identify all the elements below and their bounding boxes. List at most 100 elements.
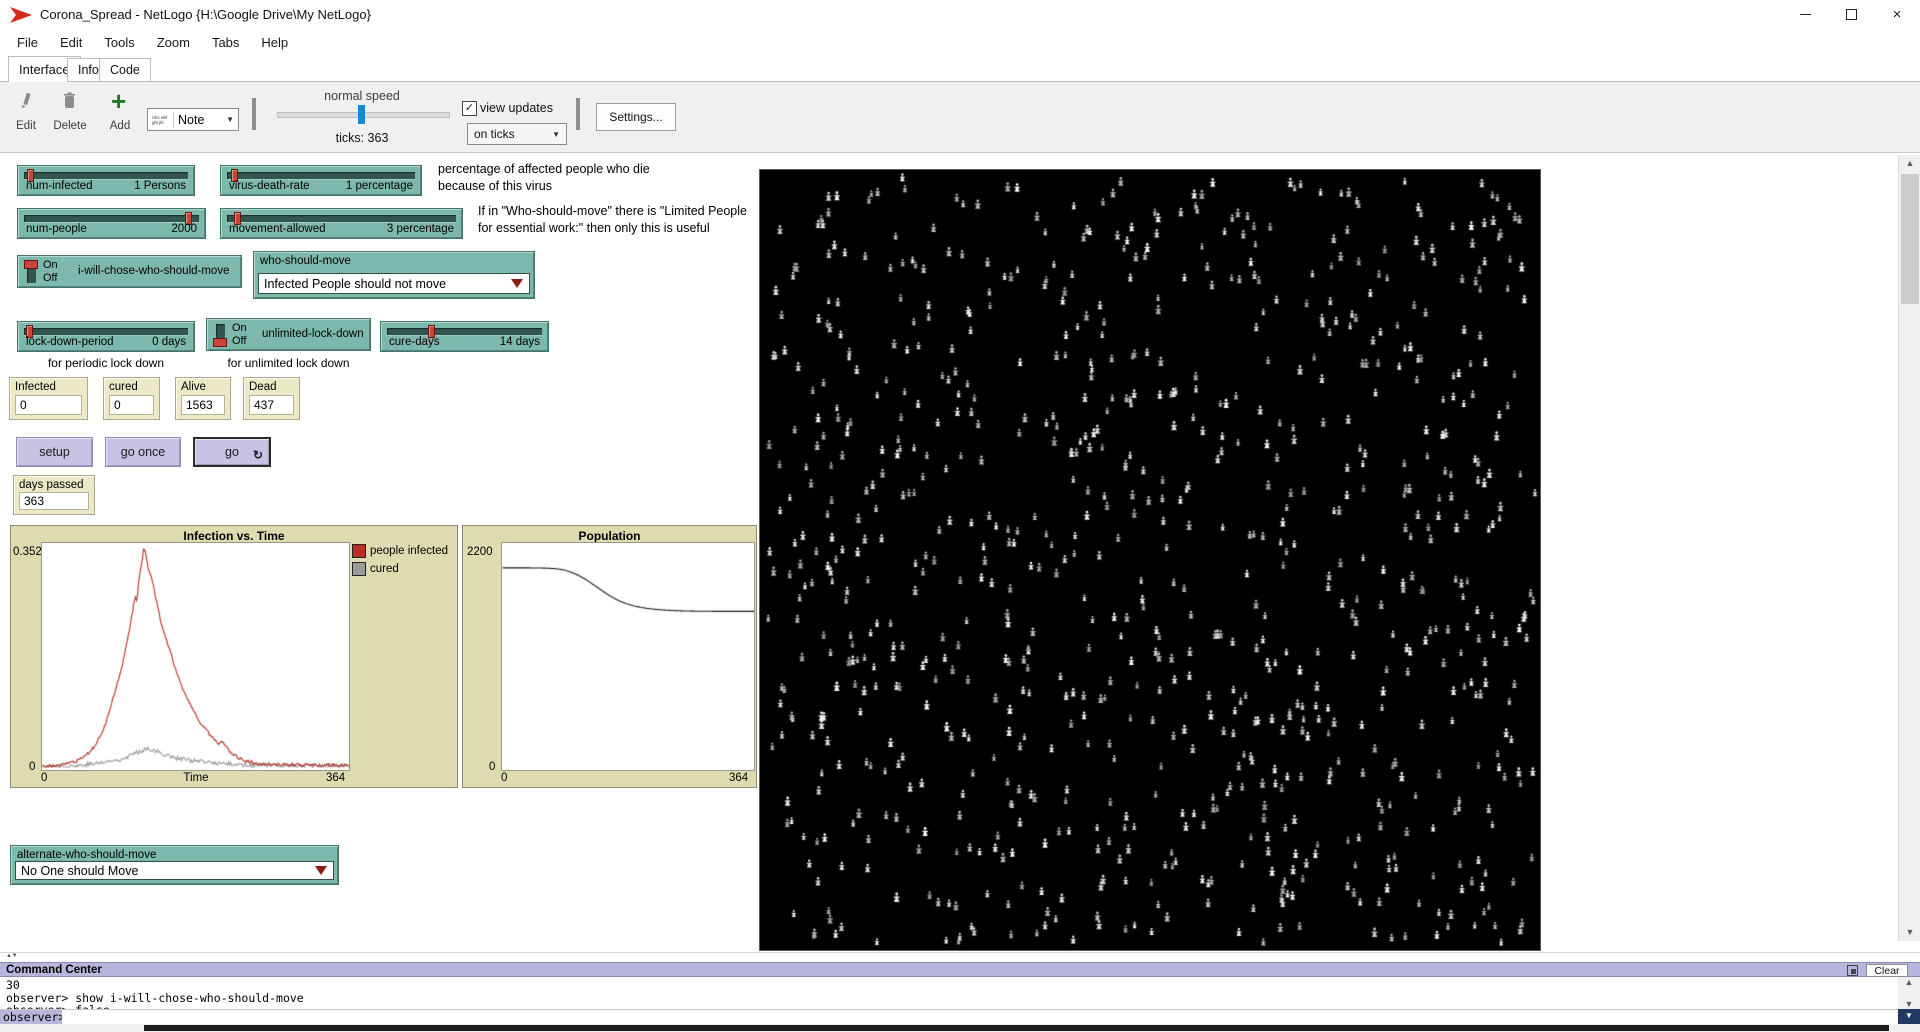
- slider-movement-allowed[interactable]: movement-allowed 3 percentage: [220, 208, 463, 239]
- view-updates-label[interactable]: view updates: [480, 101, 553, 115]
- menu-help[interactable]: Help: [252, 32, 297, 53]
- chooser-value-box[interactable]: No One should Move: [15, 861, 334, 880]
- chevron-down-icon: [315, 866, 327, 875]
- command-center-output: 30 observer> show i-will-chose-who-shoul…: [0, 977, 1898, 1009]
- netlogo-logo-icon: [9, 6, 33, 24]
- tab-code[interactable]: Code: [99, 58, 151, 82]
- add-plus-icon[interactable]: +: [111, 86, 126, 117]
- slider-name: lock-down-period: [26, 336, 114, 348]
- menu-tabs[interactable]: Tabs: [203, 32, 248, 53]
- slider-track: [24, 215, 199, 223]
- chooser-who-should-move[interactable]: who-should-move Infected People should n…: [253, 251, 535, 299]
- monitor-dead: Dead437: [243, 377, 300, 420]
- setup-button[interactable]: setup: [16, 437, 93, 467]
- slider-name: cure-days: [389, 336, 440, 348]
- scroll-down-icon[interactable]: ▼: [1899, 924, 1920, 941]
- legend-cured: cured: [352, 562, 399, 576]
- chooser-value-box[interactable]: Infected People should not move: [258, 273, 530, 294]
- switch-unlimited-lock-down[interactable]: OnOff unlimited-lock-down: [206, 318, 371, 351]
- y-min-label: 0: [489, 761, 495, 773]
- add-tool-label[interactable]: Add: [100, 120, 140, 132]
- legend-swatch-gray: [352, 562, 366, 576]
- monitor-value: 437: [249, 395, 294, 415]
- monitor-infected: Infected0: [9, 377, 88, 420]
- view-updates-checkbox[interactable]: ✓: [462, 101, 477, 116]
- menu-zoom[interactable]: Zoom: [148, 32, 199, 53]
- slider-name: virus-death-rate: [229, 180, 310, 192]
- edit-tool-label[interactable]: Edit: [6, 120, 46, 132]
- switch-name: i-will-chose-who-should-move: [78, 265, 229, 277]
- output-line: observer> show i-will-chose-who-should-m…: [6, 992, 1898, 1005]
- update-mode-dropdown[interactable]: on ticks ▼: [467, 123, 567, 145]
- slider-cure-days[interactable]: cure-days 14 days: [380, 321, 549, 352]
- command-center-title: Command Center: [6, 964, 102, 976]
- menu-file[interactable]: File: [8, 32, 47, 53]
- switch-handle[interactable]: [213, 338, 227, 347]
- monitor-value: 1563: [181, 395, 225, 415]
- switch-i-will-chose-who-should-move[interactable]: OnOff i-will-chose-who-should-move: [17, 255, 242, 288]
- chevron-down-icon: [511, 279, 523, 288]
- x-min-label: 0: [41, 772, 47, 784]
- edit-pencil-icon[interactable]: [18, 92, 34, 110]
- x-axis-label: Time: [141, 772, 251, 784]
- delete-trash-icon[interactable]: [62, 91, 77, 110]
- slider-num-infected[interactable]: num-infected 1 Persons: [17, 165, 195, 196]
- scroll-up-icon[interactable]: ▲: [1899, 155, 1920, 172]
- chooser-name: alternate-who-should-move: [17, 849, 156, 861]
- speed-slider-thumb[interactable]: [358, 105, 365, 124]
- legend-people-infected: people infected: [352, 544, 448, 558]
- scrollbar-thumb[interactable]: [144, 1025, 1889, 1031]
- minimize-button[interactable]: [1782, 0, 1828, 29]
- settings-button[interactable]: Settings...: [596, 103, 676, 131]
- slider-value: 3 percentage: [387, 223, 454, 235]
- horizontal-scrollbar[interactable]: [0, 1024, 1898, 1032]
- command-scrollbar[interactable]: ▲ ▼: [1898, 977, 1920, 1009]
- scroll-up-icon[interactable]: ▲: [1898, 975, 1920, 989]
- monitor-value: 0: [15, 395, 82, 415]
- ticks-counter: ticks: 363: [292, 131, 432, 145]
- slider-value: 1 percentage: [346, 180, 413, 192]
- slider-value: 14 days: [500, 336, 540, 348]
- note-preview-icon: Abc defghi jkl: [152, 112, 174, 128]
- world-view[interactable]: [759, 169, 1541, 951]
- menu-tools[interactable]: Tools: [95, 32, 143, 53]
- input-history-dropdown[interactable]: ▼: [1898, 1009, 1920, 1024]
- switch-on-off-labels: OnOff: [232, 322, 247, 348]
- detach-icon[interactable]: [1847, 965, 1858, 976]
- switch-handle[interactable]: [24, 260, 38, 269]
- y-min-label: 0: [29, 761, 35, 773]
- scrollbar-thumb[interactable]: [1901, 174, 1919, 304]
- go-button-label: go: [225, 445, 239, 459]
- monitor-value: 0: [109, 395, 154, 415]
- close-button[interactable]: ×: [1874, 0, 1920, 29]
- plot-canvas-area: [501, 542, 755, 771]
- plot-title: Infection vs. Time: [11, 529, 457, 543]
- maximize-button[interactable]: [1828, 0, 1874, 29]
- slider-value: 2000: [171, 223, 197, 235]
- slider-num-people[interactable]: num-people 2000: [17, 208, 206, 239]
- widget-type-dropdown[interactable]: Abc defghi jkl Note ▼: [147, 108, 239, 131]
- plot-title: Population: [463, 529, 756, 543]
- vertical-scrollbar[interactable]: ▲ ▼: [1898, 155, 1920, 941]
- monitor-days-passed: days passed363: [13, 475, 95, 515]
- chooser-name: who-should-move: [260, 255, 351, 267]
- go-once-button[interactable]: go once: [105, 437, 181, 467]
- x-max-label: 364: [729, 772, 748, 784]
- plot-canvas-area: [41, 542, 350, 771]
- chooser-value: No One should Move: [21, 864, 138, 878]
- delete-tool-label[interactable]: Delete: [47, 120, 93, 132]
- go-button[interactable]: go ↻: [193, 437, 271, 467]
- chooser-alternate-who-should-move[interactable]: alternate-who-should-move No One should …: [10, 845, 339, 885]
- switch-on-off-labels: OnOff: [43, 259, 58, 285]
- monitor-alive: Alive1563: [175, 377, 231, 420]
- slider-value: 1 Persons: [134, 180, 186, 192]
- note-death-rate: percentage of affected people who diebec…: [438, 161, 718, 195]
- slider-lock-down-period[interactable]: lock-down-period 0 days: [17, 321, 195, 352]
- slider-track: [387, 328, 542, 336]
- command-center-splitter[interactable]: ▲ ▼: [0, 952, 1920, 962]
- update-mode-value: on ticks: [474, 127, 515, 141]
- slider-virus-death-rate[interactable]: virus-death-rate 1 percentage: [220, 165, 422, 196]
- toolbar-separator: [252, 98, 256, 130]
- slider-track: [227, 172, 415, 180]
- menu-edit[interactable]: Edit: [51, 32, 91, 53]
